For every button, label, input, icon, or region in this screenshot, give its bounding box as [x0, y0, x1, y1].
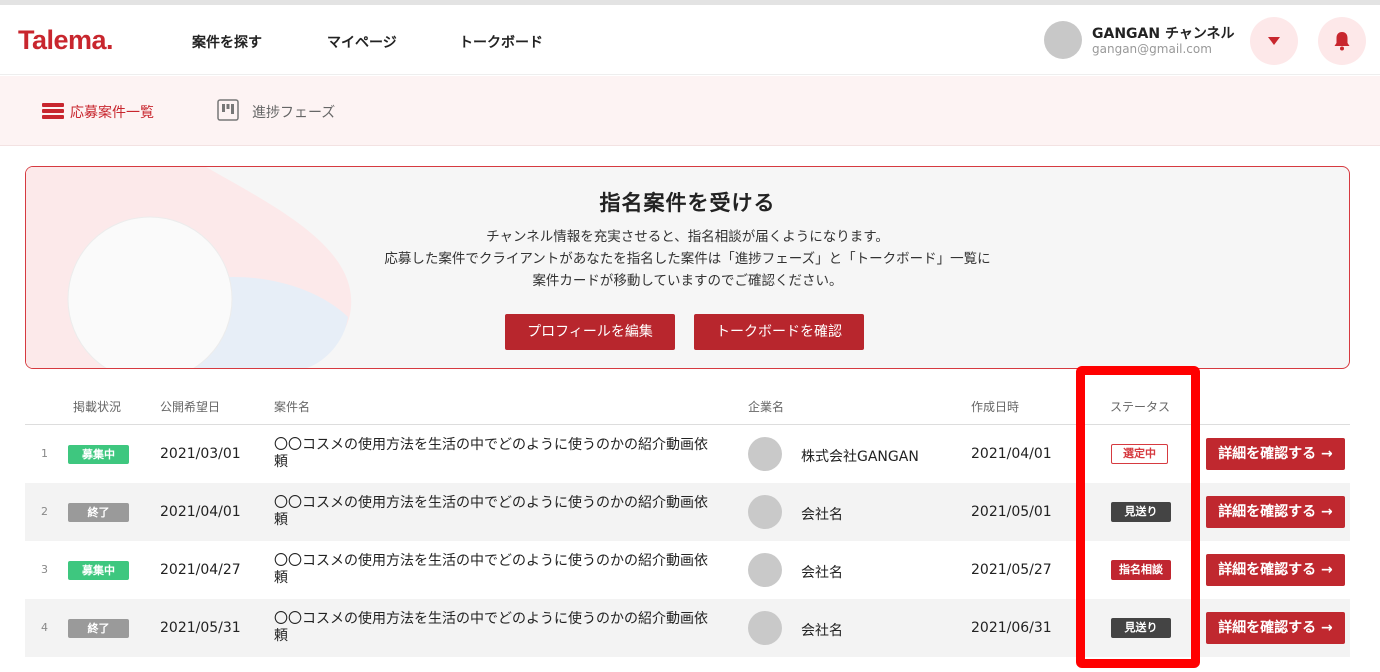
row-number: 3	[41, 563, 48, 576]
company-avatar	[748, 495, 782, 529]
project-title[interactable]: 〇〇コスメの使用方法を生活の中でどのように使うのかの紹介動画依頼	[274, 553, 714, 587]
row-number: 1	[41, 447, 48, 460]
table-row: 3 募集中 2021/04/27 〇〇コスメの使用方法を生活の中でどのように使う…	[25, 541, 1350, 599]
banner-line-1: チャンネル情報を充実させると、指名相談が届くようになります。	[486, 229, 889, 245]
account-dropdown-button[interactable]	[1250, 17, 1298, 65]
user-name: GANGAN チャンネル	[1092, 26, 1235, 42]
company-avatar	[748, 553, 782, 587]
column-header-listing: 掲載状況	[73, 400, 122, 414]
listing-status-badge: 募集中	[68, 445, 129, 464]
project-title[interactable]: 〇〇コスメの使用方法を生活の中でどのように使うのかの紹介動画依頼	[274, 495, 714, 529]
publish-date: 2021/03/01	[160, 446, 241, 462]
created-date: 2021/05/27	[971, 562, 1052, 578]
company-name: 会社名	[801, 565, 843, 581]
view-details-button[interactable]: 詳細を確認する →	[1206, 496, 1345, 528]
created-date: 2021/05/01	[971, 504, 1052, 520]
nomination-banner: 指名案件を受ける チャンネル情報を充実させると、指名相談が届くようになります。 …	[25, 166, 1350, 369]
publish-date: 2021/05/31	[160, 620, 241, 636]
check-talkboard-button[interactable]: トークボードを確認	[694, 314, 864, 350]
company-name: 会社名	[801, 507, 843, 523]
tab-progress-phase-label: 進捗フェーズ	[252, 105, 336, 121]
row-number: 2	[41, 505, 48, 518]
created-date: 2021/06/31	[971, 620, 1052, 636]
listing-status-badge: 終了	[68, 503, 129, 522]
status-badge: 見送り	[1111, 502, 1171, 522]
column-header-created: 作成日時	[971, 400, 1020, 414]
caret-down-icon	[1268, 37, 1280, 45]
column-header-publish-date: 公開希望日	[160, 400, 221, 414]
status-badge: 見送り	[1111, 618, 1171, 638]
view-details-button[interactable]: 詳細を確認する →	[1206, 554, 1345, 586]
publish-date: 2021/04/27	[160, 562, 241, 578]
company-name: 会社名	[801, 623, 843, 639]
column-header-company: 企業名	[748, 400, 785, 414]
company-avatar	[748, 611, 782, 645]
status-badge: 選定中	[1111, 444, 1168, 464]
bell-icon	[1334, 32, 1350, 51]
table-row: 1 募集中 2021/03/01 〇〇コスメの使用方法を生活の中でどのように使う…	[25, 425, 1350, 483]
listing-status-badge: 終了	[68, 619, 129, 638]
view-details-button[interactable]: 詳細を確認する →	[1206, 438, 1345, 470]
user-email: gangan@gmail.com	[1092, 42, 1212, 56]
project-title[interactable]: 〇〇コスメの使用方法を生活の中でどのように使うのかの紹介動画依頼	[274, 611, 714, 645]
edit-profile-button[interactable]: プロフィールを編集	[505, 314, 675, 350]
nav-find-projects[interactable]: 案件を探す	[192, 32, 262, 52]
project-title[interactable]: 〇〇コスメの使用方法を生活の中でどのように使うのかの紹介動画依頼	[274, 437, 714, 471]
kanban-icon	[217, 99, 239, 121]
status-badge: 指名相談	[1111, 560, 1171, 580]
view-details-button[interactable]: 詳細を確認する →	[1206, 612, 1345, 644]
nav-mypage[interactable]: マイページ	[327, 32, 397, 52]
column-header-status: ステータス	[1110, 400, 1171, 414]
row-number: 4	[41, 621, 48, 634]
table-row: 2 終了 2021/04/01 〇〇コスメの使用方法を生活の中でどのように使うの…	[25, 483, 1350, 541]
sub-navigation: 応募案件一覧 進捗フェーズ	[0, 76, 1380, 146]
notifications-button[interactable]	[1318, 17, 1366, 65]
banner-line-2: 応募した案件でクライアントがあなたを指名した案件は「進捗フェーズ」と「トークボー…	[384, 251, 991, 267]
user-avatar[interactable]	[1044, 21, 1082, 59]
table-row: 4 終了 2021/05/31 〇〇コスメの使用方法を生活の中でどのように使うの…	[25, 599, 1350, 657]
tab-applied-projects-label: 応募案件一覧	[70, 105, 154, 121]
company-name: 株式会社GANGAN	[801, 449, 919, 465]
listing-status-badge: 募集中	[68, 561, 129, 580]
created-date: 2021/04/01	[971, 446, 1052, 462]
banner-title: 指名案件を受ける	[599, 191, 776, 215]
nav-talkboard[interactable]: トークボード	[459, 32, 543, 52]
app-header: Talema. 案件を探す マイページ トークボード GANGAN チャンネル …	[0, 5, 1380, 75]
banner-line-3: 案件カードが移動していますのでご確認ください。	[532, 273, 843, 289]
company-avatar	[748, 437, 782, 471]
column-header-project: 案件名	[274, 400, 311, 414]
list-icon	[42, 103, 64, 119]
publish-date: 2021/04/01	[160, 504, 241, 520]
app-logo[interactable]: Talema.	[18, 25, 114, 56]
